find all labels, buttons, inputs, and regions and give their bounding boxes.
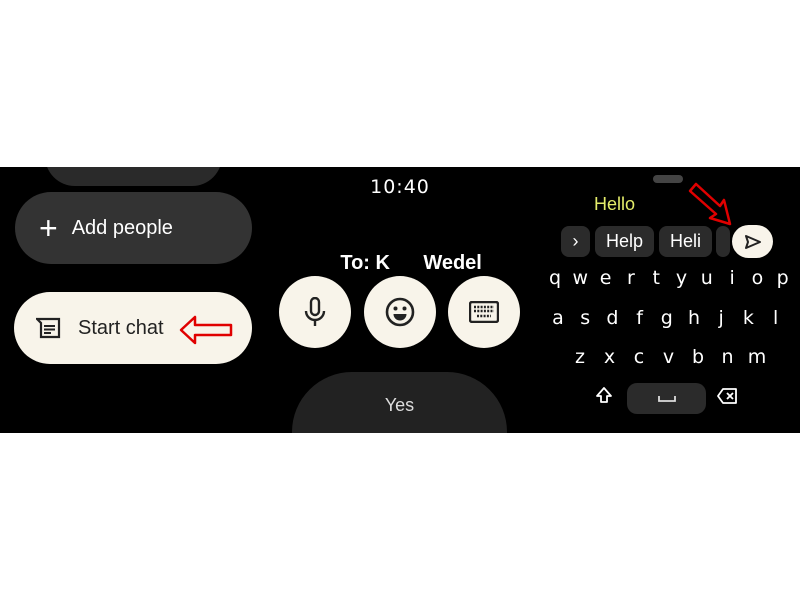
shift-key[interactable] <box>595 386 615 408</box>
key-g[interactable]: g <box>661 307 673 329</box>
plus-icon: + <box>39 210 58 246</box>
expand-suggestions-button[interactable]: › <box>561 226 590 257</box>
key-n[interactable]: n <box>721 346 733 368</box>
recipient-name: Wedel <box>423 252 482 274</box>
key-r[interactable]: r <box>627 267 635 289</box>
key-k[interactable]: k <box>743 307 754 329</box>
send-button[interactable] <box>732 225 773 258</box>
keyboard-button[interactable] <box>448 276 520 348</box>
key-u[interactable]: u <box>701 267 713 289</box>
key-b[interactable]: b <box>692 346 704 368</box>
typed-text: Hello <box>594 194 636 214</box>
add-people-label: Add people <box>71 216 173 239</box>
annotation-arrow-right <box>688 182 732 226</box>
key-d[interactable]: d <box>606 307 618 329</box>
key-s[interactable]: s <box>580 307 590 329</box>
suggestion-help[interactable]: Help <box>595 226 654 257</box>
key-w[interactable]: w <box>573 267 589 289</box>
backspace-key[interactable] <box>717 388 739 406</box>
key-y[interactable]: y <box>676 267 687 289</box>
keyboard-icon <box>469 301 499 323</box>
send-icon <box>744 234 761 249</box>
partial-contact-card <box>45 167 222 186</box>
emoji-icon <box>385 297 415 327</box>
key-c[interactable]: c <box>634 346 644 368</box>
key-o[interactable]: o <box>752 267 764 289</box>
key-h[interactable]: h <box>688 307 700 329</box>
key-x[interactable]: x <box>604 346 615 368</box>
annotation-arrow-left <box>179 315 233 345</box>
chevron-right-icon: › <box>572 231 579 251</box>
recipient-prefix: To: K <box>340 252 390 274</box>
microphone-icon <box>304 297 326 326</box>
quick-reply-label: Yes <box>384 395 415 415</box>
key-z[interactable]: z <box>575 346 585 368</box>
screens-strip: + Add people Start chat 10:40 To: K Wede… <box>0 167 800 433</box>
time: 10:40 <box>370 176 430 198</box>
drag-handle[interactable] <box>653 175 683 183</box>
voice-input-button[interactable] <box>279 276 351 348</box>
key-l[interactable]: l <box>773 307 778 329</box>
quick-reply-yes[interactable]: Yes <box>292 372 507 433</box>
key-q[interactable]: q <box>549 267 561 289</box>
key-v[interactable]: v <box>663 346 674 368</box>
key-a[interactable]: a <box>552 307 564 329</box>
key-p[interactable]: p <box>777 267 789 289</box>
emoji-button[interactable] <box>364 276 436 348</box>
key-j[interactable]: j <box>719 307 724 329</box>
key-t[interactable]: t <box>652 267 659 289</box>
start-chat-label: Start chat <box>78 316 164 339</box>
backspace-icon <box>717 388 737 404</box>
key-m[interactable]: m <box>748 346 767 368</box>
add-people-button[interactable]: + Add people <box>15 192 252 264</box>
space-icon <box>657 395 676 402</box>
suggestion-partial[interactable] <box>716 226 730 257</box>
chat-message-icon <box>36 317 61 339</box>
shift-icon <box>596 387 612 403</box>
key-e[interactable]: e <box>600 267 612 289</box>
key-f[interactable]: f <box>636 307 643 329</box>
space-key[interactable] <box>627 383 706 414</box>
suggestion-heli[interactable]: Heli <box>659 226 712 257</box>
key-i[interactable]: i <box>729 267 734 289</box>
